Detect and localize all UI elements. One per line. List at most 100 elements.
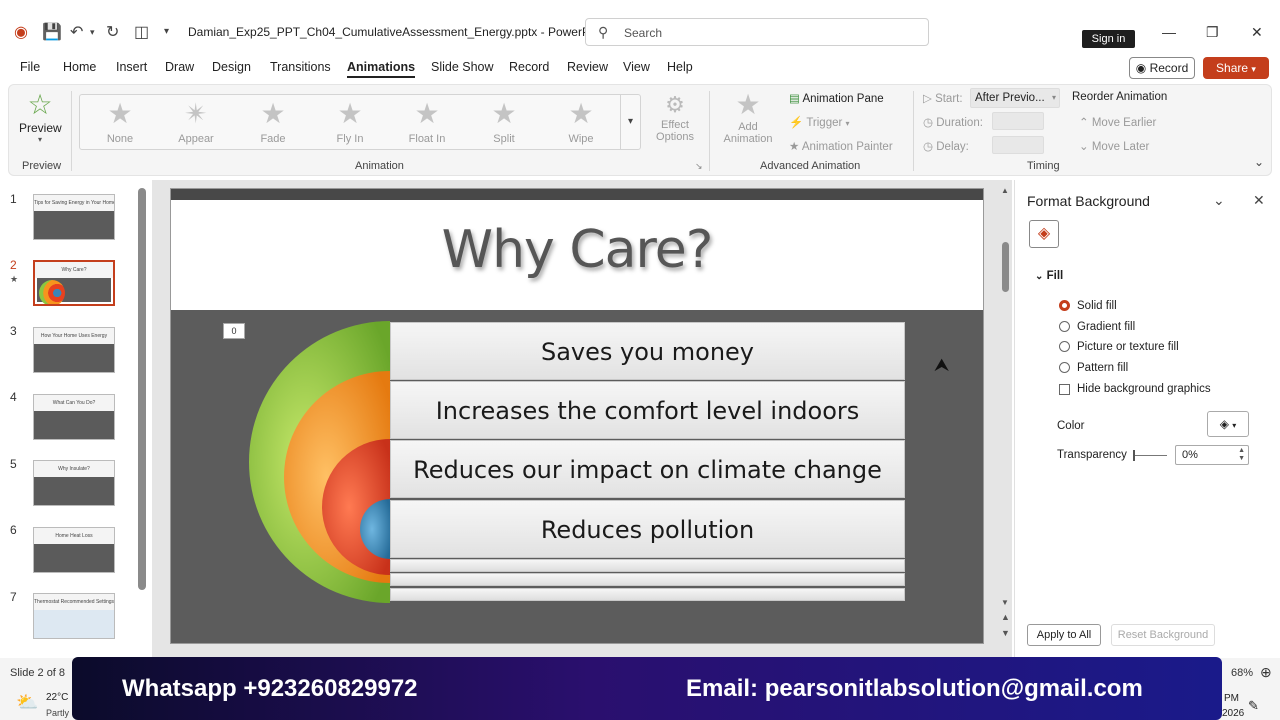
- picture-fill-label[interactable]: Picture or texture fill: [1077, 341, 1179, 353]
- chevron-down-icon: ⌄: [1035, 271, 1044, 282]
- close-window-icon[interactable]: ✕: [1251, 24, 1263, 41]
- menu-animations[interactable]: Animations: [347, 60, 416, 78]
- menu-home[interactable]: Home: [63, 60, 96, 74]
- animation-none[interactable]: ★ None: [90, 97, 150, 145]
- slide-thumbnail-4[interactable]: What Can You Do?: [33, 394, 115, 440]
- move-earlier-button[interactable]: ⌃ Move Earlier: [1079, 115, 1156, 129]
- present-icon[interactable]: ◫: [134, 22, 149, 42]
- animation-appear[interactable]: ✴ Appear: [166, 97, 226, 145]
- menu-file[interactable]: File: [20, 60, 40, 74]
- bullet-item[interactable]: Reduces pollution: [390, 500, 905, 558]
- apply-to-all-button[interactable]: Apply to All: [1027, 624, 1101, 646]
- animation-float-in[interactable]: ★ Float In: [397, 97, 457, 145]
- spinner-icon[interactable]: ▲ ▼: [1238, 447, 1245, 463]
- animation-pane-button[interactable]: ▤ Animation Pane: [789, 91, 884, 105]
- bullet-item[interactable]: Increases the comfort level indoors: [390, 381, 905, 439]
- trigger-button[interactable]: ⚡ Trigger ▾: [789, 115, 850, 129]
- undo-dropdown-icon[interactable]: ▾: [90, 27, 95, 38]
- menu-transitions[interactable]: Transitions: [270, 60, 331, 74]
- close-pane-icon[interactable]: ✕: [1253, 192, 1265, 209]
- sign-in-button[interactable]: Sign in: [1082, 30, 1135, 48]
- redo-icon[interactable]: ↻: [106, 22, 119, 42]
- fit-slide-icon[interactable]: ⊕: [1260, 664, 1272, 681]
- menu-review[interactable]: Review: [567, 60, 608, 74]
- slide-thumbnail-7[interactable]: Thermostat Recommended Settings: [33, 593, 115, 639]
- slide-thumbnail-6[interactable]: Home Heat Loss: [33, 527, 115, 573]
- minimize-icon[interactable]: —: [1162, 24, 1176, 40]
- solid-fill-radio[interactable]: [1059, 300, 1070, 311]
- slide-thumbnail-2[interactable]: Why Care?: [33, 260, 115, 306]
- divider: [913, 91, 914, 171]
- transparency-slider[interactable]: [1133, 450, 1167, 461]
- gallery-more-icon[interactable]: ▾: [620, 95, 640, 149]
- animation-painter-label: Animation Painter: [801, 141, 893, 153]
- slide-scrollbar[interactable]: ▲ ▼ ▲ ▼: [1001, 186, 1010, 648]
- scroll-thumb[interactable]: [1002, 242, 1009, 292]
- slide-thumbnail-3[interactable]: How Your Home Uses Energy: [33, 327, 115, 373]
- animation-fly-in[interactable]: ★ Fly In: [320, 97, 380, 145]
- pane-options-chevron-icon[interactable]: ⌄: [1213, 192, 1225, 209]
- share-button[interactable]: Share ▾: [1203, 57, 1269, 79]
- lightning-icon: ⚡: [789, 117, 804, 129]
- animation-painter-button[interactable]: ★ Animation Painter: [789, 139, 893, 153]
- hide-graphics-label[interactable]: Hide background graphics: [1077, 383, 1211, 395]
- menu-draw[interactable]: Draw: [165, 60, 194, 74]
- animation-label: Appear: [178, 133, 214, 145]
- menu-view[interactable]: View: [623, 60, 650, 74]
- dialog-launcher-icon[interactable]: ↘: [695, 161, 703, 172]
- menu-design[interactable]: Design: [212, 60, 251, 74]
- clock-date: 2026: [1222, 708, 1245, 719]
- menu-insert[interactable]: Insert: [116, 60, 147, 74]
- effect-options-line2: Options: [656, 131, 694, 143]
- solid-fill-label[interactable]: Solid fill: [1077, 300, 1117, 312]
- fill-bucket-icon[interactable]: ◈: [1029, 220, 1059, 248]
- start-dropdown[interactable]: After Previo... ▾: [970, 88, 1060, 108]
- gradient-fill-label[interactable]: Gradient fill: [1077, 321, 1135, 333]
- animation-wipe[interactable]: ★ Wipe: [551, 97, 611, 145]
- fill-section-header[interactable]: ⌄ Fill: [1035, 270, 1063, 282]
- zoom-level[interactable]: 68%: [1231, 667, 1253, 679]
- pattern-fill-radio[interactable]: [1059, 362, 1070, 373]
- color-picker-button[interactable]: ◈ ▾: [1207, 411, 1249, 437]
- move-later-button[interactable]: ⌄ Move Later: [1079, 139, 1149, 153]
- previous-slide-icon[interactable]: ▲: [1001, 612, 1010, 622]
- gradient-fill-radio[interactable]: [1059, 321, 1070, 332]
- animation-label: Wipe: [568, 133, 594, 145]
- search-icon: ⚲: [598, 24, 609, 40]
- preview-button[interactable]: ☆ Preview ▾: [19, 89, 62, 144]
- animation-fade[interactable]: ★ Fade: [243, 97, 303, 145]
- pattern-fill-label[interactable]: Pattern fill: [1077, 362, 1128, 374]
- chevron-down-icon: ⌄: [1079, 141, 1089, 153]
- slide-thumbnail-5[interactable]: Why Insulate?: [33, 460, 115, 506]
- transparency-input[interactable]: 0% ▲ ▼: [1175, 445, 1249, 465]
- duration-field[interactable]: [992, 112, 1044, 130]
- menu-record[interactable]: Record: [509, 60, 549, 74]
- menu-help[interactable]: Help: [667, 60, 693, 74]
- bullet-item[interactable]: Saves you money: [390, 322, 905, 380]
- save-icon[interactable]: 💾: [42, 22, 62, 42]
- slider-handle[interactable]: [1133, 450, 1135, 461]
- record-button[interactable]: ◉ Record: [1129, 57, 1195, 79]
- hide-graphics-checkbox[interactable]: [1059, 384, 1070, 395]
- delay-field[interactable]: [992, 136, 1044, 154]
- scroll-up-icon[interactable]: ▲: [1001, 186, 1009, 195]
- bullet-item[interactable]: Reduces our impact on climate change: [390, 440, 905, 498]
- slide-thumbnail-1[interactable]: Tips for Saving Energy in Your Home: [33, 194, 115, 240]
- add-animation-button[interactable]: ★ Add Animation: [715, 89, 781, 145]
- customize-toolbar-icon[interactable]: ▾: [164, 26, 169, 37]
- animation-split[interactable]: ★ Split: [474, 97, 534, 145]
- powerpoint-logo-icon: ◉: [14, 24, 28, 41]
- slide-canvas[interactable]: Why Care? 0 Saves you money Increases th…: [170, 188, 984, 644]
- restore-icon[interactable]: ❐: [1206, 24, 1219, 41]
- collapse-ribbon-icon[interactable]: ⌄: [1254, 155, 1264, 169]
- thumbnail-scrollbar[interactable]: [138, 188, 146, 590]
- menu-slide-show[interactable]: Slide Show: [431, 60, 494, 74]
- picture-fill-radio[interactable]: [1059, 341, 1070, 352]
- scroll-down-icon[interactable]: ▼: [1001, 598, 1009, 607]
- undo-icon[interactable]: ↶: [70, 22, 83, 42]
- effect-options-button[interactable]: ⚙ Effect Options: [649, 91, 701, 143]
- search-input[interactable]: ⚲ Search: [585, 18, 929, 46]
- next-slide-icon[interactable]: ▼: [1001, 628, 1010, 638]
- notification-icon[interactable]: ✎: [1248, 698, 1259, 714]
- reset-background-button[interactable]: Reset Background: [1111, 624, 1215, 646]
